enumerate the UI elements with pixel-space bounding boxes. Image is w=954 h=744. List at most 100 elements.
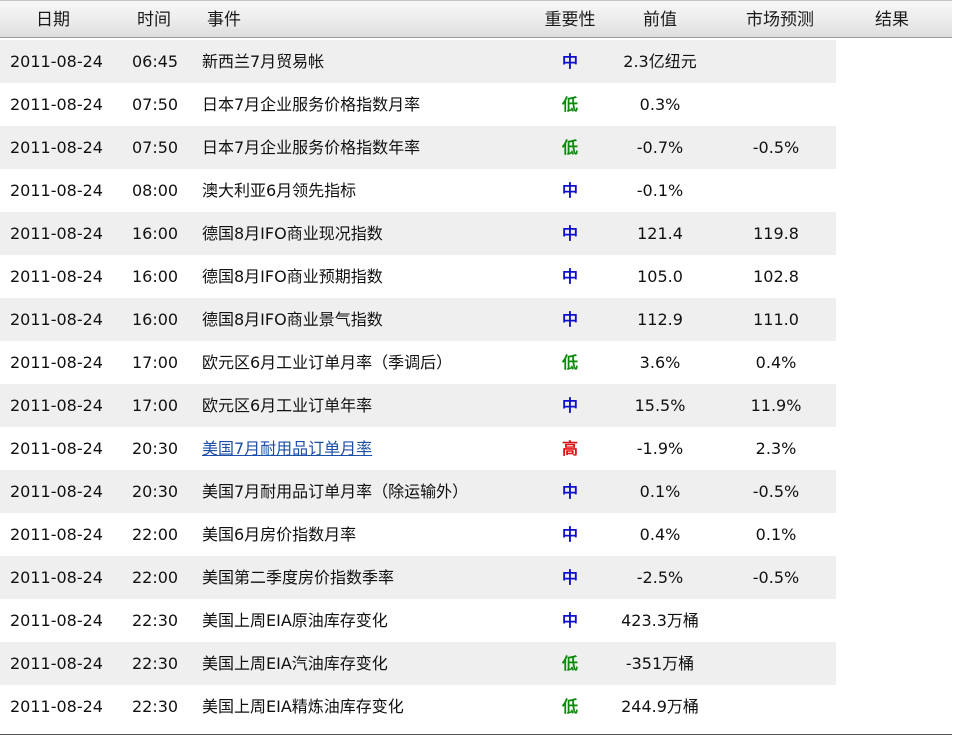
time-cell: 07:50 (132, 95, 179, 114)
table-header: 日期 时间 事件 重要性 前值 市场预测 结果 (0, 0, 952, 38)
forecast-value-cell (716, 599, 836, 642)
date-cell: 2011-08-24 (10, 52, 103, 71)
forecast-value-cell: 11.9% (750, 396, 802, 415)
date-cell: 2011-08-24 (10, 525, 103, 544)
event-cell: 澳大利亚6月领先指标 (202, 181, 357, 200)
table-row: 2011-08-24 20:30 美国7月耐用品订单月率 高 -1.9% 2.3% (0, 427, 836, 470)
table-row: 2011-08-24 22:30 美国上周EIA精炼油库存变化 低 244.9万桶 (0, 685, 836, 728)
event-link[interactable]: 美国7月耐用品订单月率 (202, 427, 372, 470)
date-cell: 2011-08-24 (10, 310, 103, 329)
date-cell: 2011-08-24 (10, 396, 103, 415)
event-cell: 德国8月IFO商业预期指数 (202, 267, 383, 286)
forecast-value-cell (716, 40, 836, 83)
date-cell: 2011-08-24 (10, 353, 103, 372)
table-row: 2011-08-24 22:00 美国第二季度房价指数季率 中 -2.5% -0.5% (0, 556, 836, 599)
previous-value-cell: 0.1% (639, 482, 681, 501)
time-cell: 20:30 (132, 482, 179, 501)
forecast-value-cell: -0.5% (752, 138, 800, 157)
time-cell: 16:00 (132, 267, 179, 286)
event-cell: 日本7月企业服务价格指数月率 (202, 95, 421, 114)
forecast-value-cell: 111.0 (753, 310, 799, 329)
event-cell: 欧元区6月工业订单月率（季调后） (202, 353, 453, 372)
table-row: 2011-08-24 17:00 欧元区6月工业订单年率 中 15.5% 11.9% (0, 384, 836, 427)
date-cell: 2011-08-24 (10, 138, 103, 157)
forecast-value-cell (716, 685, 836, 728)
column-header-date: 日期 (36, 10, 70, 30)
table-row: 2011-08-24 22:30 美国上周EIA原油库存变化 中 423.3万桶 (0, 599, 836, 642)
time-cell: 22:00 (132, 568, 179, 587)
column-header-time: 时间 (137, 10, 171, 30)
date-cell: 2011-08-24 (10, 267, 103, 286)
table-row: 2011-08-24 06:45 新西兰7月贸易帐 中 2.3亿纽元 (0, 40, 836, 83)
time-cell: 17:00 (132, 396, 179, 415)
forecast-value-cell: 0.1% (755, 525, 797, 544)
importance-cell: 中 (561, 396, 578, 415)
date-cell: 2011-08-24 (10, 568, 103, 587)
table-row: 2011-08-24 20:30 美国7月耐用品订单月率（除运输外） 中 0.1% -0.… (0, 470, 836, 513)
time-cell: 22:30 (132, 654, 179, 673)
previous-value-cell: 105.0 (637, 267, 683, 286)
importance-cell: 中 (561, 267, 578, 286)
event-cell: 新西兰7月贸易帐 (202, 52, 325, 71)
table-row: 2011-08-24 07:50 日本7月企业服务价格指数月率 低 0.3% (0, 83, 836, 126)
event-cell: 美国6月房价指数月率 (202, 525, 357, 544)
forecast-value-cell: 0.4% (755, 353, 797, 372)
table-row: 2011-08-24 17:00 欧元区6月工业订单月率（季调后） 低 3.6% 0.4% (0, 341, 836, 384)
time-cell: 22:30 (132, 611, 179, 630)
date-cell: 2011-08-24 (10, 482, 103, 501)
importance-cell: 中 (561, 611, 578, 630)
time-cell: 08:00 (132, 181, 179, 200)
importance-cell: 中 (561, 568, 578, 587)
table-row: 2011-08-24 16:00 德国8月IFO商业景气指数 中 112.9 111.0 (0, 298, 836, 341)
forecast-value-cell: 2.3% (755, 439, 797, 458)
time-cell: 22:30 (132, 697, 179, 716)
table-row: 2011-08-24 16:00 德国8月IFO商业预期指数 中 105.0 102.8 (0, 255, 836, 298)
table-row: 2011-08-24 07:50 日本7月企业服务价格指数年率 低 -0.7% -0.5% (0, 126, 836, 169)
importance-cell: 低 (561, 654, 578, 673)
previous-value-cell: 423.3万桶 (621, 611, 699, 630)
previous-value-cell: -0.7% (636, 138, 684, 157)
event-cell: 美国上周EIA精炼油库存变化 (202, 697, 404, 716)
table-row: 2011-08-24 22:00 美国6月房价指数月率 中 0.4% 0.1% (0, 513, 836, 556)
forecast-value-cell (716, 642, 836, 685)
forecast-value-cell: 119.8 (753, 224, 799, 243)
importance-cell: 低 (561, 353, 578, 372)
column-header-result: 结果 (875, 10, 909, 30)
time-cell: 16:00 (132, 224, 179, 243)
time-cell: 17:00 (132, 353, 179, 372)
date-cell: 2011-08-24 (10, 611, 103, 630)
table-row: 2011-08-24 16:00 德国8月IFO商业现况指数 中 121.4 119.8 (0, 212, 836, 255)
event-cell: 德国8月IFO商业现况指数 (202, 224, 383, 243)
date-cell: 2011-08-24 (10, 439, 103, 458)
event-cell: 欧元区6月工业订单年率 (202, 396, 373, 415)
table-row: 2011-08-24 22:30 美国上周EIA汽油库存变化 低 -351万桶 (0, 642, 836, 685)
date-cell: 2011-08-24 (10, 224, 103, 243)
previous-value-cell: 3.6% (639, 353, 681, 372)
event-cell: 美国上周EIA原油库存变化 (202, 611, 388, 630)
time-cell: 16:00 (132, 310, 179, 329)
importance-cell: 低 (561, 697, 578, 716)
previous-value-cell: -351万桶 (625, 654, 695, 673)
column-header-event: 事件 (207, 10, 241, 30)
date-cell: 2011-08-24 (10, 181, 103, 200)
importance-cell: 中 (561, 525, 578, 544)
forecast-value-cell (716, 169, 836, 212)
previous-value-cell: -2.5% (636, 568, 684, 587)
event-cell: 美国上周EIA汽油库存变化 (202, 654, 388, 673)
column-header-importance: 重要性 (544, 10, 596, 30)
date-cell: 2011-08-24 (10, 654, 103, 673)
previous-value-cell: 15.5% (634, 396, 686, 415)
previous-value-cell: -1.9% (636, 439, 684, 458)
importance-cell: 中 (561, 52, 578, 71)
forecast-value-cell: 102.8 (753, 267, 799, 286)
importance-cell: 高 (561, 439, 578, 458)
previous-value-cell: 2.3亿纽元 (623, 52, 697, 71)
time-cell: 07:50 (132, 138, 179, 157)
column-header-previous: 前值 (643, 10, 677, 30)
importance-cell: 低 (561, 138, 578, 157)
importance-cell: 中 (561, 224, 578, 243)
previous-value-cell: 244.9万桶 (621, 697, 699, 716)
importance-cell: 中 (561, 181, 578, 200)
importance-cell: 中 (561, 310, 578, 329)
economic-calendar-table: 日期 时间 事件 重要性 前值 市场预测 结果 2011-08-24 06:45 新… (0, 0, 952, 735)
